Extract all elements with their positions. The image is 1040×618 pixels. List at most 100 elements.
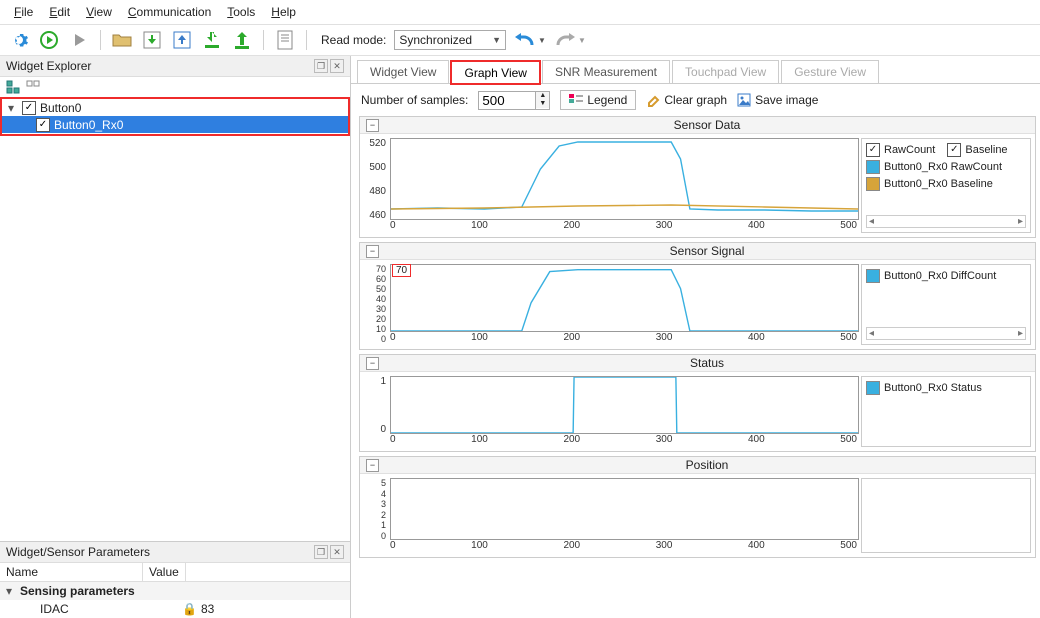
plot-canvas[interactable] — [390, 138, 859, 220]
clear-graph-label: Clear graph — [664, 93, 727, 107]
chart-legend: ✓ RawCount ✓ Baseline Button0_Rx0 RawCount Bu… — [861, 138, 1031, 233]
tab-graph-view[interactable]: Graph View — [451, 61, 539, 84]
close-icon[interactable]: ✕ — [330, 545, 344, 559]
read-mode-value: Synchronized — [399, 33, 472, 47]
legend-check-label: Baseline — [965, 144, 1007, 156]
close-icon[interactable]: ✕ — [330, 59, 344, 73]
menu-view[interactable]: View — [80, 3, 118, 21]
col-name[interactable]: Name — [0, 563, 143, 581]
chart-legend — [861, 478, 1031, 553]
params-group-label: Sensing parameters — [20, 584, 135, 598]
plot-canvas[interactable] — [390, 264, 859, 332]
tree-item-label: Button0 — [40, 101, 81, 115]
chart-legend: Button0_Rx0 DiffCount ◂▸ — [861, 264, 1031, 345]
toolbar-sep — [306, 30, 307, 50]
checkbox[interactable]: ✓ — [947, 143, 961, 157]
widget-tree[interactable]: ▾ ✓ Button0 ✓ Button0_Rx0 — [0, 97, 350, 136]
save-image-button[interactable]: Save image — [737, 93, 818, 107]
chart-title: Sensor Signal — [385, 244, 1029, 258]
play-icon[interactable] — [68, 29, 90, 51]
restore-icon[interactable]: ❐ — [314, 545, 328, 559]
redo-button[interactable]: ▼ — [554, 31, 586, 49]
samples-input[interactable] — [478, 91, 536, 110]
sidebar: Widget Explorer ❐ ✕ ▾ ✓ Button0 ✓ Button… — [0, 56, 351, 618]
tab-snr[interactable]: SNR Measurement — [542, 60, 670, 83]
legend-swatch — [866, 177, 880, 191]
tree-item-label: Button0_Rx0 — [54, 118, 123, 132]
legend-scrollbar[interactable]: ◂▸ — [866, 327, 1026, 340]
tree-twisty-icon[interactable]: ▾ — [8, 101, 18, 115]
legend-swatch — [866, 160, 880, 174]
legend-button[interactable]: Legend — [560, 90, 636, 110]
dropdown-icon: ▼ — [492, 35, 501, 45]
param-value: 83 — [201, 602, 214, 616]
read-mode-select[interactable]: Synchronized ▼ — [394, 30, 506, 50]
legend-item-label: Button0_Rx0 RawCount — [884, 161, 1002, 173]
samples-spinner[interactable]: ▲▼ — [536, 91, 550, 110]
checkbox[interactable]: ✓ — [36, 118, 50, 132]
collapse-icon[interactable]: − — [366, 245, 379, 258]
play-circle-icon[interactable] — [38, 29, 60, 51]
collapse-icon[interactable]: − — [366, 119, 379, 132]
chart-legend: Button0_Rx0 Status — [861, 376, 1031, 447]
plot-canvas[interactable] — [390, 478, 859, 540]
chart-position: −Position5432100100200300400500 — [359, 456, 1036, 558]
chart-title: Sensor Data — [385, 118, 1029, 132]
chart-title: Status — [385, 356, 1029, 370]
gear-icon[interactable] — [8, 29, 30, 51]
widget-explorer-header: Widget Explorer ❐ ✕ — [0, 56, 350, 77]
lock-icon: 🔒 — [182, 602, 197, 616]
chart-status: −Status100100200300400500Button0_Rx0 Sta… — [359, 354, 1036, 452]
menu-edit[interactable]: Edit — [43, 3, 76, 21]
legend-swatch — [866, 381, 880, 395]
tree-item-button0[interactable]: ▾ ✓ Button0 — [2, 99, 348, 116]
restore-icon[interactable]: ❐ — [314, 59, 328, 73]
download-icon[interactable] — [201, 29, 223, 51]
tab-widget-view[interactable]: Widget View — [357, 60, 449, 83]
legend-item-label: Button0_Rx0 Baseline — [884, 178, 993, 190]
params-header: Widget/Sensor Parameters ❐ ✕ — [0, 542, 350, 563]
legend-check-label: RawCount — [884, 144, 935, 156]
collapse-icon[interactable]: − — [366, 357, 379, 370]
document-icon[interactable] — [274, 29, 296, 51]
tab-touchpad: Touchpad View — [672, 60, 779, 83]
chart-sensor-data: −Sensor Data5205004804600100200300400500… — [359, 116, 1036, 238]
widget-explorer-title: Widget Explorer — [6, 59, 91, 73]
chart-sensor-signal: −Sensor Signal70605040302010070010020030… — [359, 242, 1036, 350]
menu-file[interactable]: File — [8, 3, 39, 21]
legend-item-label: Button0_Rx0 DiffCount — [884, 270, 996, 282]
read-mode-label: Read mode: — [321, 33, 386, 47]
toolbar: Read mode: Synchronized ▼ ▼ ▼ — [0, 25, 1040, 56]
tabs: Widget View Graph View SNR Measurement T… — [351, 56, 1040, 84]
menu-communication[interactable]: Communication — [122, 3, 217, 21]
main: Widget View Graph View SNR Measurement T… — [351, 56, 1040, 618]
col-value[interactable]: Value — [143, 563, 186, 581]
dropdown-icon: ▼ — [578, 36, 586, 45]
checkbox[interactable]: ✓ — [22, 101, 36, 115]
import-icon[interactable] — [171, 29, 193, 51]
clear-graph-button[interactable]: Clear graph — [646, 93, 727, 107]
toolbar-sep — [100, 30, 101, 50]
undo-button[interactable]: ▼ — [514, 31, 546, 49]
collapse-icon[interactable]: − — [366, 459, 379, 472]
tree-item-button0-rx0[interactable]: ✓ Button0_Rx0 — [2, 116, 348, 133]
params-group[interactable]: ▾ Sensing parameters — [0, 582, 350, 600]
plot-canvas[interactable] — [390, 376, 859, 434]
charts-area: −Sensor Data5205004804600100200300400500… — [351, 116, 1040, 618]
upload-icon[interactable] — [231, 29, 253, 51]
open-icon[interactable] — [111, 29, 133, 51]
save-icon[interactable] — [141, 29, 163, 51]
param-row-idac[interactable]: IDAC 🔒 83 — [0, 600, 350, 618]
legend-button-label: Legend — [587, 93, 627, 107]
save-image-label: Save image — [755, 93, 818, 107]
chart-title: Position — [385, 458, 1029, 472]
menu-tools[interactable]: Tools — [221, 3, 261, 21]
tree-twisty-icon[interactable]: ▾ — [6, 584, 16, 598]
menu-help[interactable]: Help — [265, 3, 302, 21]
menubar: File Edit View Communication Tools Help — [0, 0, 1040, 25]
highlight-badge: 70 — [392, 264, 411, 277]
collapse-tree-icon[interactable] — [26, 80, 40, 94]
legend-scrollbar[interactable]: ◂▸ — [866, 215, 1026, 228]
checkbox[interactable]: ✓ — [866, 143, 880, 157]
expand-tree-icon[interactable] — [6, 80, 20, 94]
